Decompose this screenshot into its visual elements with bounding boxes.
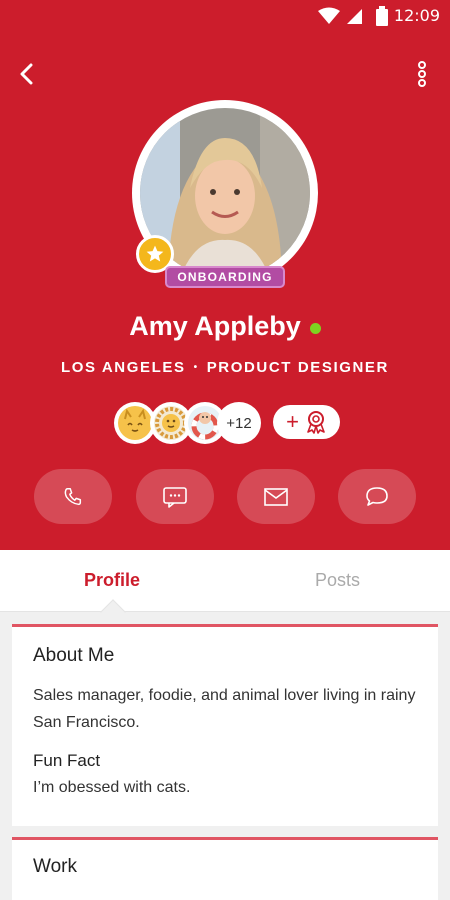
add-award-button[interactable]: +	[273, 405, 340, 439]
add-label: +	[286, 409, 299, 434]
star-icon	[146, 245, 164, 262]
chat-icon	[366, 486, 388, 506]
about-text: Sales manager, foodie, and animal lover …	[33, 687, 416, 731]
chat-button[interactable]	[338, 469, 416, 524]
tab-posts[interactable]: Posts	[315, 570, 360, 591]
profile-subtitle: LOS ANGELES • PRODUCT DESIGNER	[0, 359, 450, 376]
profile-header: 12:09 ONBOARDING Amy Appleby LOS ANGELES…	[0, 0, 450, 550]
mail-icon	[264, 487, 288, 506]
profile-name: Amy Appleby	[129, 311, 301, 341]
signal-icon	[347, 9, 362, 24]
name-row: Amy Appleby	[0, 311, 450, 342]
about-card: About Me Sales manager, foodie, and anim…	[12, 624, 438, 826]
status-time: 12:09	[393, 6, 440, 25]
work-title: Work	[33, 856, 77, 877]
award-ribbon-icon	[307, 411, 325, 434]
tab-profile[interactable]: Profile	[84, 570, 140, 591]
onboarding-badge: ONBOARDING	[165, 266, 285, 288]
sms-button[interactable]	[136, 469, 214, 524]
profile-tabs: Profile Posts	[0, 550, 450, 612]
subtitle-separator: •	[193, 362, 199, 373]
profile-role: PRODUCT DESIGNER	[206, 359, 389, 376]
work-card: Work	[12, 837, 438, 900]
phone-icon	[64, 487, 82, 505]
call-button[interactable]	[34, 469, 112, 524]
back-button[interactable]	[10, 58, 42, 90]
about-title: About Me	[33, 645, 115, 666]
online-status-dot	[309, 322, 321, 334]
profile-location: LOS ANGELES	[61, 359, 186, 376]
more-vertical-icon	[418, 61, 426, 87]
status-bar: 12:09	[0, 0, 450, 32]
more-badges-count[interactable]: +12	[217, 402, 261, 444]
wifi-icon	[318, 7, 340, 24]
fun-fact-text: I’m obessed with cats.	[33, 779, 191, 796]
cat-badge-icon	[118, 406, 152, 440]
sms-icon	[163, 486, 187, 508]
battery-icon	[376, 6, 388, 26]
fun-fact-title: Fun Fact	[33, 751, 101, 770]
email-button[interactable]	[237, 469, 315, 524]
more-options-button[interactable]	[406, 58, 438, 90]
chevron-left-icon	[20, 63, 33, 85]
